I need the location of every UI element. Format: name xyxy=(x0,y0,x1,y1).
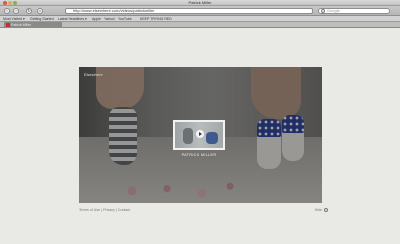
tab-favicon-icon xyxy=(6,23,10,27)
search-input[interactable]: Google xyxy=(318,8,390,14)
video-caption: PATRICK MILLER xyxy=(181,153,217,157)
thumbnail-blue-sock xyxy=(206,132,218,144)
tab-label: Patrick Miller xyxy=(11,23,32,27)
address-bar[interactable]: http://www.elsewhere.com/videos/patrickm… xyxy=(65,8,313,14)
home-button[interactable]: ⌂ xyxy=(37,8,43,14)
thumbnail-grey-sock xyxy=(183,128,193,144)
forward-button[interactable]: › xyxy=(13,8,19,14)
video-player[interactable]: Elsewhere PATRICK MILLER xyxy=(79,67,322,203)
tab-bar: Patrick Miller xyxy=(0,22,400,28)
search-icon xyxy=(321,9,325,13)
play-icon[interactable] xyxy=(196,130,204,138)
reload-button[interactable]: ↻ xyxy=(26,8,32,14)
footer-links: Terms of Use | Privacy | Contact xyxy=(79,206,130,214)
video-thumbnail[interactable] xyxy=(173,120,225,150)
navigation-toolbar: ‹ › ↻ ⌂ http://www.elsewhere.com/videos/… xyxy=(0,6,400,16)
footer-link-contact[interactable]: Contact xyxy=(118,208,130,212)
footer-link-terms[interactable]: Terms of Use xyxy=(79,208,100,212)
site-logo[interactable]: Elsewhere xyxy=(84,72,103,77)
footer-hide-toggle[interactable]: Hide xyxy=(315,206,322,214)
page-footer: Terms of Use | Privacy | Contact Hide xyxy=(79,206,328,214)
footer-link-privacy[interactable]: Privacy xyxy=(103,208,115,212)
back-button[interactable]: ‹ xyxy=(4,8,10,14)
tab-active[interactable]: Patrick Miller xyxy=(4,22,62,28)
gear-icon[interactable] xyxy=(324,208,328,212)
